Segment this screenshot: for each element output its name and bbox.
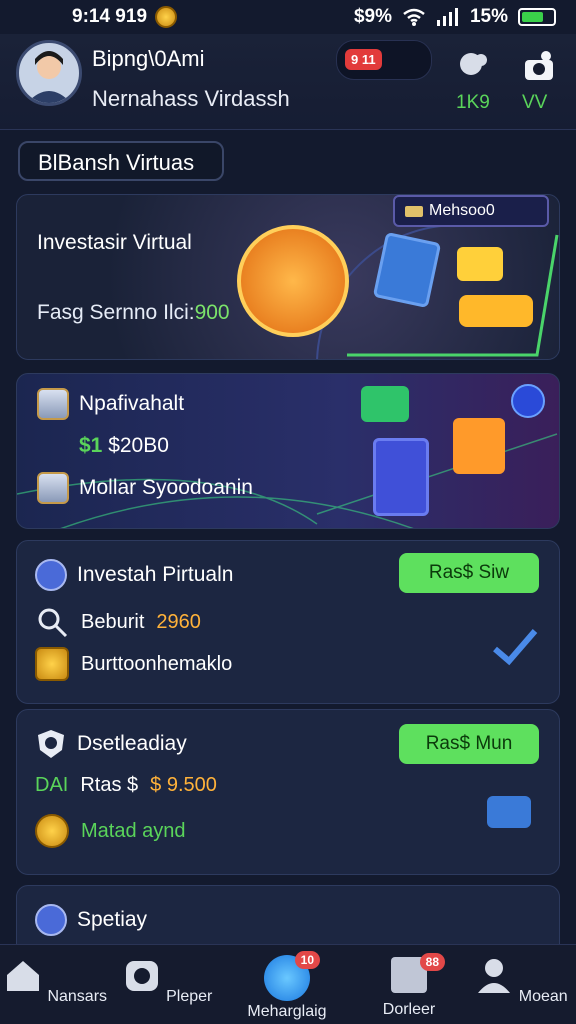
card-title: Investah Pirtualn (35, 559, 233, 591)
action-button[interactable]: Ras$ Siw (399, 553, 539, 593)
device-icon (373, 438, 429, 516)
globe-icon (35, 559, 67, 591)
card-row: Matad aynd (35, 814, 186, 848)
home-icon (6, 961, 39, 991)
card-title: Spetiay (35, 904, 147, 936)
section-label[interactable]: BlBansh Virtuas (18, 141, 224, 181)
card-row: Burttoonhemaklo (35, 647, 232, 681)
action-button[interactable]: Ras$ Mun (399, 724, 539, 764)
card-subtitle: Fasg Sernno Ilci:900 (37, 301, 230, 324)
gold-bars-icon (459, 295, 533, 327)
nav-item-chat[interactable]: 10 Meharglaig (232, 951, 342, 1021)
chat-bubble-icon[interactable] (456, 50, 490, 84)
user-name: Bipng\0Ami (92, 46, 205, 71)
user-subtitle: Nernahass Virdassh (92, 86, 290, 111)
nav-item-camera[interactable]: Pleper (112, 955, 222, 1006)
pin-icon (511, 384, 545, 418)
bag-icon (453, 418, 505, 474)
card-row: Beburit 2960 (35, 605, 201, 639)
deal-card[interactable]: Dsetleadiay Ras$ Mun DAI Rtas $ $ 9.500 Ma… (16, 709, 560, 875)
card-tag: Mehsoo0 (393, 195, 549, 227)
gift-icon: 88 (391, 953, 445, 993)
camera-icon (125, 961, 158, 991)
wallet-icon (35, 647, 69, 681)
card-row: Npafivahalt (37, 388, 184, 420)
notification-pill[interactable]: 9 11 (336, 40, 432, 80)
nav-badge: 88 (419, 953, 445, 971)
signal-icon (436, 8, 458, 26)
nav-badge: 10 (294, 951, 320, 969)
status-bar: 9:14 919 $9% 15% (0, 0, 576, 34)
coin-icon (155, 6, 178, 28)
notification-badge: 9 11 (345, 49, 382, 70)
profile-header: Bipng\0Ami Nernahass Virdassh 9 11 1K9 V… (0, 34, 576, 130)
special-card[interactable]: Spetiay (16, 885, 560, 945)
investment-card[interactable]: Investah Pirtualn Ras$ Siw Beburit 2960 B… (16, 540, 560, 704)
camera-icon[interactable] (522, 50, 556, 84)
search-icon (38, 608, 68, 638)
stat-views: VV (522, 92, 548, 113)
chat-bubble-icon (361, 386, 409, 422)
nav-item-profile[interactable]: Moean (466, 955, 576, 1006)
nav-item-home[interactable]: Nansars (0, 955, 110, 1006)
battery-percent-text: $9% (353, 6, 392, 27)
virtual-investment-card[interactable]: Investasir Virtual Fasg Sernno Ilci:900 … (16, 194, 560, 360)
card-title: Dsetleadiay (35, 728, 187, 760)
box-icon (37, 472, 69, 504)
signal-percent-text: 15% (469, 6, 508, 27)
card-title: Investasir Virtual (37, 231, 192, 254)
box-icon (37, 388, 69, 420)
profile-icon (478, 959, 511, 993)
ticket-icon (457, 247, 503, 281)
gold-coin-icon (237, 225, 349, 337)
shield-icon (38, 730, 64, 758)
card-row: Mollar Syoodoanin (37, 472, 253, 504)
promo-card[interactable]: Npafivahalt $1 $20B0 Mollar Syoodoanin (16, 373, 560, 529)
wifi-icon (403, 8, 425, 26)
card-amount: $1 $20B0 (79, 434, 169, 457)
phone-icon (35, 904, 67, 936)
clock-text: 9:14 919 (72, 6, 148, 27)
stat-followers: 1K9 (456, 92, 490, 113)
bottom-nav: Nansars Pleper 10 Meharglaig 88 Dorleer … (0, 944, 576, 1024)
battery-icon (518, 8, 556, 26)
coin-icon (35, 814, 69, 848)
star-badge-icon (487, 796, 531, 828)
nav-item-gift[interactable]: 88 Dorleer (354, 953, 464, 1019)
chat-icon: 10 (264, 951, 320, 1001)
card-amount: DAI Rtas $ $ 9.500 (35, 774, 217, 796)
avatar[interactable] (16, 40, 82, 106)
check-icon (493, 629, 538, 666)
